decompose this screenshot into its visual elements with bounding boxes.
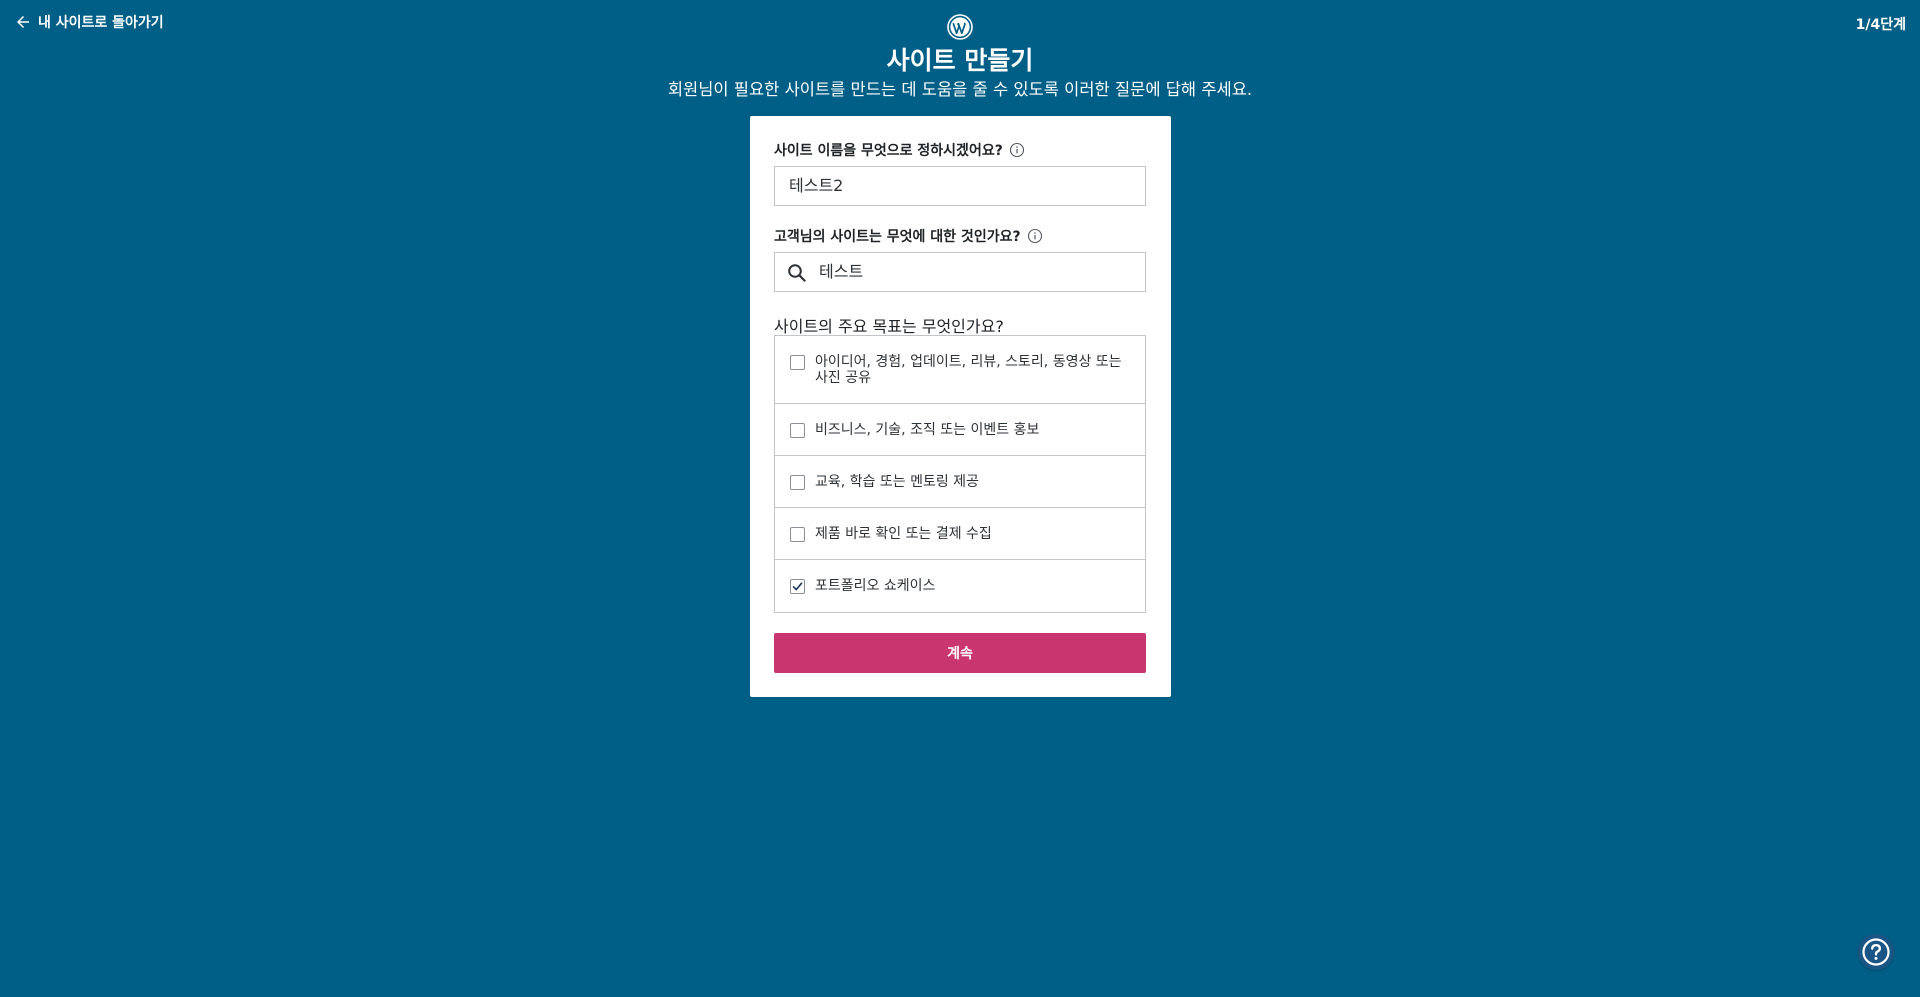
- site-topic-search-input[interactable]: 테스트: [774, 252, 1146, 292]
- page-header: 사이트 만들기 회원님이 필요한 사이트를 만드는 데 도움을 줄 수 있도록 …: [0, 44, 1920, 102]
- help-question-icon: [1862, 938, 1890, 966]
- site-name-label-text: 사이트 이름을 무엇으로 정하시겠어요?: [774, 143, 1003, 159]
- site-topic-value: 테스트: [819, 262, 864, 281]
- site-topic-label: 고객님의 사이트는 무엇에 대한 것인가요?: [774, 226, 1043, 246]
- goal-checkbox[interactable]: [790, 475, 805, 490]
- goal-option-portfolio[interactable]: 포트폴리오 쇼케이스: [775, 560, 1145, 612]
- goal-checkbox[interactable]: [790, 355, 805, 370]
- goal-checkbox[interactable]: [790, 423, 805, 438]
- checkmark-icon: [792, 582, 803, 591]
- goal-option-label: 비즈니스, 기술, 조직 또는 이벤트 홍보: [815, 421, 1040, 438]
- back-to-my-sites-link[interactable]: 내 사이트로 돌아가기: [14, 12, 164, 32]
- site-goals-list: 아이디어, 경험, 업데이트, 리뷰, 스토리, 동영상 또는 사진 공유 비즈…: [774, 335, 1146, 613]
- continue-button[interactable]: 계속: [774, 633, 1146, 673]
- wordpress-logo-icon: [947, 14, 973, 40]
- goal-option-label: 포트폴리오 쇼케이스: [815, 578, 936, 594]
- info-icon[interactable]: [1009, 142, 1025, 158]
- search-icon: [788, 264, 806, 282]
- step-indicator: 1/4단계: [1855, 17, 1906, 33]
- site-name-input[interactable]: 테스트2: [774, 166, 1146, 206]
- site-topic-label-text: 고객님의 사이트는 무엇에 대한 것인가요?: [774, 229, 1021, 245]
- goal-option-label: 교육, 학습 또는 멘토링 제공: [815, 473, 979, 490]
- goal-option-promote[interactable]: 비즈니스, 기술, 조직 또는 이벤트 홍보: [775, 404, 1145, 456]
- page-title: 사이트 만들기: [886, 46, 1034, 75]
- arrow-left-icon: [17, 16, 29, 28]
- goal-option-educate[interactable]: 교육, 학습 또는 멘토링 제공: [775, 456, 1145, 508]
- page-subtitle: 회원님이 필요한 사이트를 만드는 데 도움을 줄 수 있도록 이러한 질문에 …: [667, 80, 1253, 99]
- goal-checkbox[interactable]: [790, 527, 805, 542]
- site-goals-label: 사이트의 주요 목표는 무엇인가요?: [774, 317, 1004, 336]
- goal-option-sell[interactable]: 제품 바로 확인 또는 결제 수집: [775, 508, 1145, 560]
- back-link-label: 내 사이트로 돌아가기: [38, 15, 164, 31]
- goal-option-label: 아이디어, 경험, 업데이트, 리뷰, 스토리, 동영상 또는 사진 공유: [815, 353, 1122, 386]
- goal-checkbox-checked[interactable]: [790, 579, 805, 594]
- goal-option-label: 제품 바로 확인 또는 결제 수집: [815, 525, 992, 542]
- top-bar: 내 사이트로 돌아가기 1/4단계: [0, 0, 1920, 50]
- help-button[interactable]: [1858, 934, 1894, 970]
- site-name-label: 사이트 이름을 무엇으로 정하시겠어요?: [774, 140, 1025, 160]
- goal-option-share[interactable]: 아이디어, 경험, 업데이트, 리뷰, 스토리, 동영상 또는 사진 공유: [775, 336, 1145, 404]
- info-icon[interactable]: [1027, 228, 1043, 244]
- site-setup-card: 사이트 이름을 무엇으로 정하시겠어요? 테스트2 고객님의 사이트는 무엇에 …: [750, 116, 1171, 697]
